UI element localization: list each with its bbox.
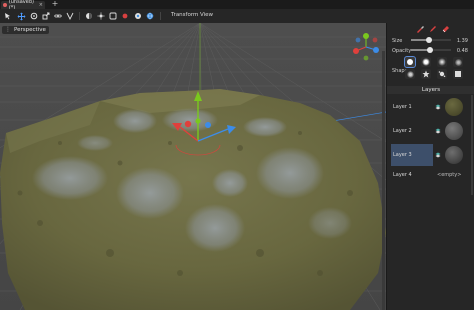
- layer-row-4[interactable]: Layer 4 <empty>: [387, 171, 474, 179]
- layer-thumbnail: [445, 122, 463, 140]
- size-label: Size: [392, 38, 403, 44]
- gizmo-x-icon: [353, 48, 359, 54]
- brush-icon[interactable]: [415, 24, 425, 34]
- layer-name: Layer 2: [393, 128, 412, 134]
- brush-shape-dots[interactable]: [453, 57, 463, 67]
- layer-visibility-icon[interactable]: [435, 128, 441, 134]
- tab-bar: (unsaved)(*) × +: [0, 0, 474, 11]
- view-icon[interactable]: [84, 11, 94, 21]
- new-tab-button[interactable]: +: [51, 0, 59, 9]
- app-window: (unsaved)(*) × + Transform View ⋮ Perspe…: [0, 0, 474, 310]
- layer-row-1[interactable]: Layer 1: [387, 96, 474, 118]
- size-slider[interactable]: [411, 37, 451, 43]
- pencil-icon[interactable]: [428, 24, 438, 34]
- layer-visibility-icon[interactable]: [435, 104, 441, 110]
- toolbar-separator: [79, 12, 80, 20]
- layer-name: Layer 3: [391, 144, 433, 166]
- layers-header: Layers: [387, 86, 474, 94]
- light-icon[interactable]: [96, 11, 106, 21]
- eraser-icon[interactable]: [441, 24, 451, 34]
- view-menu[interactable]: View: [200, 12, 213, 18]
- toolbar-separator: [160, 12, 161, 20]
- opacity-slider[interactable]: [411, 47, 451, 53]
- size-slider-knob[interactable]: [426, 37, 432, 43]
- perspective-menu[interactable]: ⋮ Perspective: [2, 26, 49, 34]
- viewport-scrollbar[interactable]: [382, 51, 385, 310]
- layer-thumbnail: [445, 98, 463, 116]
- gizmo-y-icon: [363, 33, 369, 39]
- snap-icon[interactable]: [65, 11, 75, 21]
- brush-shape-blur[interactable]: [437, 57, 447, 67]
- transform-menu[interactable]: Transform: [171, 12, 198, 18]
- paint-icon[interactable]: [133, 11, 143, 21]
- paint-panel: Size 1.39 Opacity 0.48 Shape Layers Laye…: [386, 23, 474, 310]
- brush-shape-hard-round[interactable]: [404, 56, 416, 68]
- size-value: 1.39: [456, 38, 468, 44]
- gizmo-z-icon: [373, 47, 379, 53]
- move-icon[interactable]: [16, 11, 26, 21]
- layer-empty-value: <empty>: [437, 172, 462, 178]
- brush-shape-soft-round[interactable]: [421, 57, 431, 67]
- layer-thumbnail: [445, 146, 463, 164]
- opacity-value: 0.48: [456, 48, 468, 54]
- orientation-gizmo[interactable]: [350, 31, 382, 63]
- opacity-label: Opacity: [392, 48, 412, 54]
- layer-row-3[interactable]: Layer 3: [387, 144, 474, 166]
- perspective-label: Perspective: [14, 27, 46, 33]
- environment-icon[interactable]: [120, 11, 130, 21]
- document-tab[interactable]: (unsaved)(*) ×: [1, 0, 45, 11]
- paint-tools: [387, 24, 474, 34]
- opacity-slider-knob[interactable]: [427, 47, 434, 53]
- panel-scrollbar[interactable]: [471, 95, 473, 195]
- 3d-viewport[interactable]: ⋮ Perspective: [0, 23, 386, 310]
- link-icon[interactable]: [53, 11, 63, 21]
- brush-shape-square[interactable]: [453, 69, 463, 79]
- material-icon[interactable]: [108, 11, 118, 21]
- close-tab-icon[interactable]: ×: [39, 2, 43, 8]
- layer-row-2[interactable]: Layer 2: [387, 120, 474, 142]
- unsaved-dot-icon: [3, 3, 7, 7]
- brush-shape-star[interactable]: [421, 69, 431, 79]
- layer-name: Layer 1: [393, 104, 412, 110]
- layer-visibility-icon[interactable]: [435, 152, 441, 158]
- rotate-icon[interactable]: [29, 11, 39, 21]
- brush-shape-splatter[interactable]: [437, 69, 447, 79]
- brush-shape-grid: [404, 56, 469, 79]
- globe-icon[interactable]: [145, 11, 155, 21]
- viewport-menu-icon: ⋮: [5, 26, 11, 33]
- terrain-scene: [0, 23, 386, 310]
- layer-name: Layer 4: [393, 172, 412, 178]
- toolbar: Transform View: [0, 9, 474, 23]
- scale-icon[interactable]: [41, 11, 51, 21]
- select-arrow-icon[interactable]: [3, 11, 13, 21]
- brush-shape-noise[interactable]: [405, 69, 415, 79]
